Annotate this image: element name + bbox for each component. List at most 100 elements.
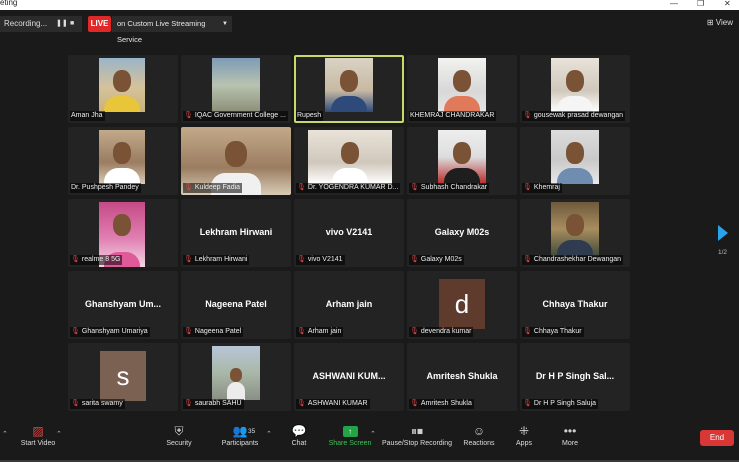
more-icon: ••• (563, 424, 577, 438)
mic-muted-icon: 🎙 (71, 400, 80, 407)
participant-name: 🎙 Lekhram Hirwani (183, 255, 250, 265)
mic-muted-icon: 🎙 (297, 328, 306, 335)
close-icon[interactable]: ✕ (724, 0, 731, 8)
mic-muted-icon: 🎙 (523, 400, 532, 407)
recording-indicator: Recording... ❚❚ ■ (0, 16, 82, 32)
participant-video (212, 346, 260, 400)
video-tile[interactable]: 🎙 Kuldeep Fadia (181, 127, 291, 195)
video-tile[interactable]: KHEMRAJ CHANDRAKAR (407, 55, 517, 123)
pause-stop-icon: ⏸⏹ (410, 424, 423, 438)
video-tile[interactable]: Arham jain 🎙 Arham jain (294, 271, 404, 339)
mic-muted-icon: 🎙 (184, 256, 193, 263)
video-tile[interactable]: Dr H P Singh Sal... 🎙 Dr H P Singh Saluja (520, 343, 630, 411)
participant-name: Dr. Pushpesh Pandey (70, 183, 141, 193)
video-tile[interactable]: 🎙 Subhash Chandrakar (407, 127, 517, 195)
chat-button[interactable]: 💬 Chat (286, 422, 312, 447)
pause-stop-recording-button[interactable]: ⏸⏹ Pause/Stop Recording (382, 422, 452, 447)
participant-display-name: Ghanshyam Um... (84, 299, 162, 309)
participant-display-name: Lekhram Hirwani (199, 227, 273, 237)
meeting-top-bar: Recording... ❚❚ ■ LIVE on Custom Live St… (0, 10, 739, 44)
video-tile[interactable]: ASHWANI KUM... 🎙 ASHWANI KUMAR (294, 343, 404, 411)
more-button[interactable]: ••• More (558, 422, 582, 447)
video-tile[interactable]: Dr. Pushpesh Pandey (68, 127, 178, 195)
participant-name: 🎙 Amritesh Shukla (409, 399, 474, 409)
chevron-down-icon: ▼ (222, 21, 228, 27)
video-tile[interactable]: Aman Jha (68, 55, 178, 123)
video-tile-active-speaker[interactable]: Rupesh (294, 55, 404, 123)
video-tile[interactable]: Amritesh Shukla 🎙 Amritesh Shukla (407, 343, 517, 411)
video-tile[interactable]: 🎙 gousewak prasad dewangan (520, 55, 630, 123)
chat-label: Chat (291, 440, 307, 447)
participant-video (551, 130, 599, 184)
chevron-up-icon[interactable]: ⌃ (370, 430, 376, 438)
mic-muted-icon: 🎙 (523, 256, 532, 263)
participants-icon: 👥 (232, 424, 248, 438)
participant-video (438, 58, 486, 112)
end-meeting-button[interactable]: End (700, 430, 734, 446)
participant-name: 🎙 vivo V2141 (296, 255, 345, 265)
video-tile[interactable]: 🎙 Dr. YOGENDRA KUMAR D... (294, 127, 404, 195)
video-tile[interactable]: d 🎙 devendra kumar (407, 271, 517, 339)
participant-name: 🎙 Nageena Patel (183, 327, 244, 337)
stream-service-dropdown[interactable]: on Custom Live Streaming Service ▼ (112, 16, 232, 44)
next-page-button[interactable]: 1/2 (718, 225, 732, 265)
video-tile[interactable]: Lekhram Hirwani 🎙 Lekhram Hirwani (181, 199, 291, 267)
participant-video (99, 130, 145, 184)
reactions-label: Reactions (463, 440, 495, 447)
security-button[interactable]: ⛨ Security (162, 422, 196, 447)
participant-display-name: Amritesh Shukla (426, 371, 498, 381)
video-tile[interactable]: 🎙 saurabh SAHU (181, 343, 291, 411)
apps-icon: ⁜ (518, 424, 530, 438)
participants-button[interactable]: 👥 Participants (218, 422, 262, 447)
mic-muted-icon: 🎙 (410, 400, 419, 407)
mic-muted-icon: 🎙 (523, 112, 532, 119)
participant-name: 🎙 Galaxy M02s (409, 255, 464, 265)
reactions-button[interactable]: ☺ Reactions (462, 422, 496, 447)
chevron-up-icon[interactable]: ⌃ (266, 430, 272, 438)
start-video-button[interactable]: ▨ Start Video (18, 422, 58, 447)
stop-icon[interactable]: ■ (70, 16, 74, 32)
participant-video (551, 202, 599, 256)
video-tile[interactable]: Ghanshyam Um... 🎙 Ghanshyam Umariya (68, 271, 178, 339)
video-tile[interactable]: 🎙 realme 8 5G (68, 199, 178, 267)
participant-display-name: Chhaya Thakur (542, 299, 608, 309)
share-screen-button[interactable]: ↑ Share Screen (328, 422, 372, 447)
chevron-up-icon[interactable]: ⌃ (2, 430, 8, 438)
participant-name: 🎙 Dr H P Singh Saluja (522, 399, 599, 409)
mic-muted-icon: 🎙 (297, 184, 306, 191)
mic-muted-icon: 🎙 (410, 184, 419, 191)
start-video-label: Start Video (20, 440, 56, 447)
mic-muted-icon: 🎙 (410, 328, 419, 335)
participant-name: 🎙 ASHWANI KUMAR (296, 399, 370, 409)
mic-muted-icon: 🎙 (184, 328, 193, 335)
share-screen-icon: ↑ (328, 422, 372, 440)
participant-name: Aman Jha (70, 111, 105, 121)
video-tile[interactable]: Chhaya Thakur 🎙 Chhaya Thakur (520, 271, 630, 339)
participant-display-name: Arham jain (325, 299, 373, 309)
live-badge: LIVE (88, 16, 111, 32)
participant-video (438, 130, 486, 184)
video-tile[interactable]: Galaxy M02s 🎙 Galaxy M02s (407, 199, 517, 267)
view-button[interactable]: ⊞ View (707, 18, 733, 27)
restore-icon[interactable]: ❐ (697, 0, 704, 8)
video-tile[interactable]: 🎙 Chandrashekhar Dewangan (520, 199, 630, 267)
chevron-up-icon[interactable]: ⌃ (56, 430, 62, 438)
mic-muted-icon: 🎙 (297, 400, 306, 407)
video-tile[interactable]: 🎙 IQAC Government College ... (181, 55, 291, 123)
mic-muted-icon: 🎙 (184, 400, 193, 407)
zoom-meeting-window: eting — ❐ ✕ Recording... ❚❚ ■ LIVE on Cu… (0, 0, 739, 462)
participant-video (99, 58, 145, 112)
pause-icon[interactable]: ❚❚ (56, 16, 68, 32)
share-screen-label: Share Screen (328, 440, 372, 447)
participants-count: 35 (248, 428, 256, 435)
participant-name: 🎙 sarita swamy (70, 399, 125, 409)
participant-name: 🎙 Chandrashekhar Dewangan (522, 255, 624, 265)
participant-name: 🎙 IQAC Government College ... (183, 111, 288, 121)
apps-button[interactable]: ⁜ Apps (512, 422, 536, 447)
video-tile[interactable]: vivo V2141 🎙 vivo V2141 (294, 199, 404, 267)
video-tile[interactable]: s 🎙 sarita swamy (68, 343, 178, 411)
minimize-icon[interactable]: — (670, 0, 678, 8)
video-tile[interactable]: 🎙 Khemraj (520, 127, 630, 195)
participant-avatar: s (100, 351, 146, 401)
video-tile[interactable]: Nageena Patel 🎙 Nageena Patel (181, 271, 291, 339)
